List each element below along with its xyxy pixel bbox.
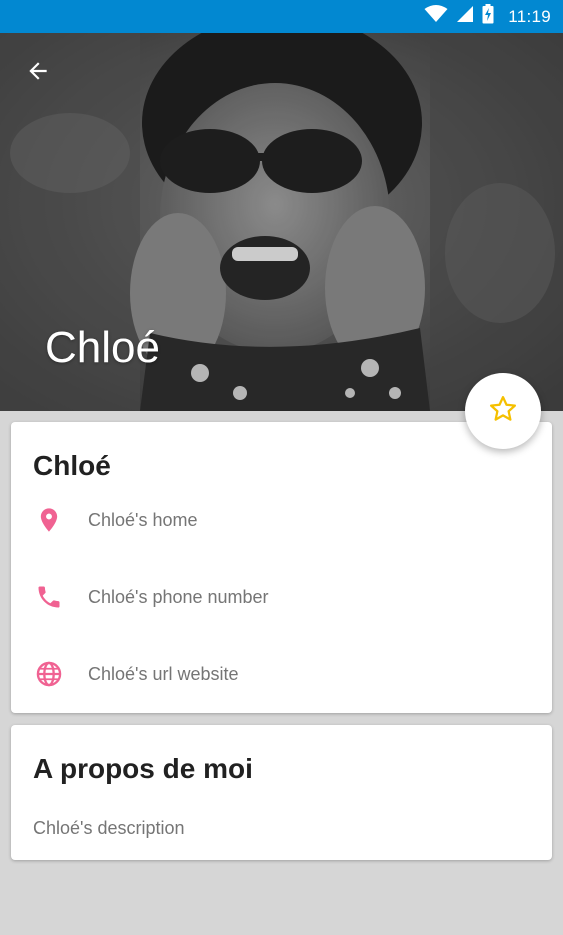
phone-icon [35,583,63,611]
status-bar: 11:19 [0,0,563,33]
favorite-button[interactable] [465,373,541,449]
location-pin-icon [35,506,63,534]
battery-charging-icon [482,4,494,29]
globe-icon [35,660,63,688]
back-button[interactable] [18,55,58,91]
header-title: Chloé [45,323,160,372]
website-label: Chloé's url website [88,663,239,684]
contact-name: Chloé [33,450,111,481]
phone-row[interactable]: Chloé's phone number [11,575,552,619]
about-description: Chloé's description [33,818,185,838]
arrow-back-icon [25,58,51,89]
wifi-icon [424,5,448,28]
header-photo: Chloé [0,33,563,411]
about-card: A propos de moi Chloé's description [11,725,552,860]
website-row[interactable]: Chloé's url website [11,652,552,696]
contact-info-card: Chloé Chloé's home Chloé's phone number … [11,422,552,713]
status-icons: 11:19 [424,0,551,33]
home-row[interactable]: Chloé's home [11,498,552,542]
home-label: Chloé's home [88,509,198,530]
cell-signal-icon [456,5,474,28]
star-outline-icon [488,394,518,429]
about-title: A propos de moi [33,753,253,784]
phone-label: Chloé's phone number [88,586,269,607]
status-time: 11:19 [508,6,551,26]
